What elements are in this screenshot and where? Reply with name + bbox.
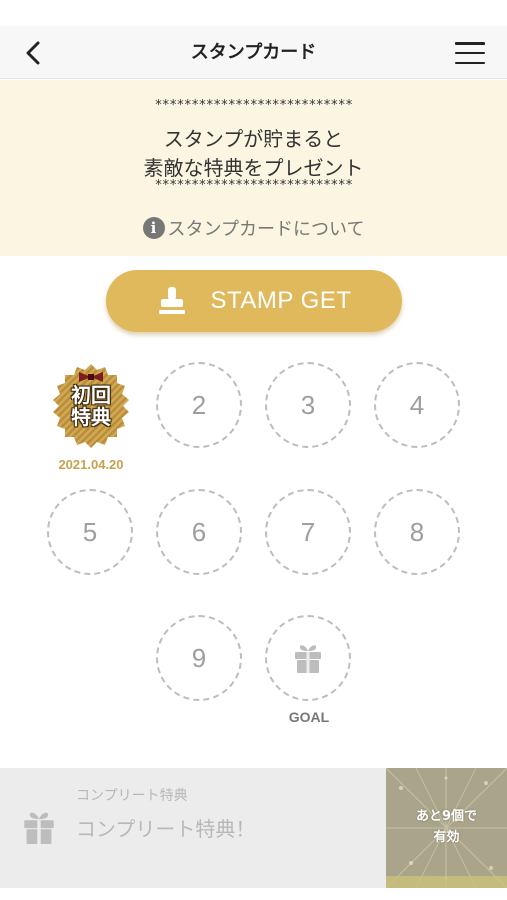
stamp-slot: 5 — [47, 489, 133, 575]
goal-slot — [265, 615, 351, 701]
info-banner: *************************** スタンプが貯まると 素敵… — [0, 80, 507, 256]
stamp-date: 2021.04.20 — [58, 457, 124, 472]
about-link-label: スタンプカードについて — [167, 219, 365, 240]
banner-message-line1: スタンプが貯まると — [163, 127, 344, 151]
complete-bonus-caption: コンプリート特典 — [76, 788, 188, 804]
about-stamp-card-link[interactable]: i スタンプカードについて — [0, 215, 507, 241]
first-stamp-badge-text: 初回 特典 — [47, 384, 135, 428]
page-title: スタンプカード — [190, 42, 317, 63]
remaining-stamps-text: あと9個で 有効 — [386, 806, 507, 848]
hamburger-icon-bar — [455, 42, 485, 45]
first-bonus-stamp: 初回 特典 — [47, 362, 135, 450]
hamburger-icon-bar — [455, 51, 485, 55]
decorative-stars: *************************** — [154, 178, 353, 193]
banner-message-line2: 素敵な特典をプレゼント — [143, 156, 364, 180]
stamp-icon — [157, 286, 187, 316]
complete-bonus-card[interactable]: コンプリート特典 コンプリート特典！ あと9個で 有効 — [0, 768, 507, 888]
remaining-line2: 有効 — [433, 830, 460, 845]
menu-button[interactable] — [455, 39, 485, 67]
gift-icon — [24, 812, 54, 844]
goal-label: GOAL — [288, 709, 330, 725]
remaining-line1: あと9個で — [415, 809, 478, 824]
gift-icon — [295, 645, 321, 673]
status-bar — [0, 0, 507, 26]
info-icon: i — [142, 217, 165, 239]
stamp-slot: 3 — [265, 362, 351, 448]
decorative-stars: *************************** — [154, 98, 353, 113]
navigation-bar: スタンプカード — [0, 26, 507, 79]
remaining-stamps-badge: あと9個で 有効 — [386, 768, 507, 888]
stamp-slot: 7 — [265, 489, 351, 575]
stamp-get-button[interactable]: STAMP GET — [106, 270, 402, 332]
stamp-slot: 9 — [156, 615, 242, 701]
stamp-get-label: STAMP GET — [210, 287, 352, 314]
badge-line2: 特典 — [71, 405, 111, 429]
stamp-slot: 2 — [156, 362, 242, 448]
stamp-slot: 4 — [374, 362, 460, 448]
complete-bonus-title: コンプリート特典！ — [76, 817, 256, 841]
hamburger-icon-bar — [455, 61, 485, 64]
stamp-slot: 6 — [156, 489, 242, 575]
stamp-slot: 8 — [374, 489, 460, 575]
badge-line1: 初回 — [71, 383, 111, 407]
